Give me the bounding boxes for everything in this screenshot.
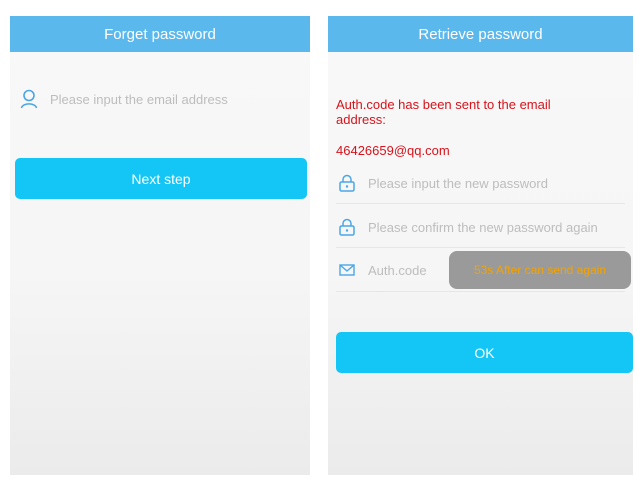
new-password-field[interactable] (336, 165, 625, 201)
email-field[interactable] (18, 81, 302, 117)
auth-code-field[interactable] (336, 252, 443, 288)
divider (336, 291, 625, 292)
next-step-button[interactable]: Next step (15, 158, 307, 199)
retrieve-password-screen: Retrieve password Auth.code has been sen… (328, 16, 633, 475)
lock-icon (336, 216, 358, 238)
confirm-password-input[interactable] (368, 219, 625, 235)
retrieve-password-title: Retrieve password (328, 16, 633, 52)
auth-code-notice-line2: address: (336, 112, 386, 127)
divider (336, 247, 625, 248)
user-icon (18, 88, 40, 110)
lock-icon (336, 172, 358, 194)
new-password-input[interactable] (368, 175, 625, 191)
forget-password-title: Forget password (10, 16, 310, 52)
forget-password-screen: Forget password Next step (10, 16, 310, 475)
email-input[interactable] (50, 91, 302, 107)
envelope-icon (336, 259, 358, 281)
auth-code-input[interactable] (368, 262, 443, 278)
confirm-password-field[interactable] (336, 209, 625, 245)
sent-email-address: 46426659@qq.com (336, 143, 450, 158)
resend-code-button[interactable]: 53s After can send again (449, 251, 631, 289)
auth-code-notice-line1: Auth.code has been sent to the email (336, 97, 551, 112)
divider (336, 203, 625, 204)
ok-button[interactable]: OK (336, 332, 633, 373)
